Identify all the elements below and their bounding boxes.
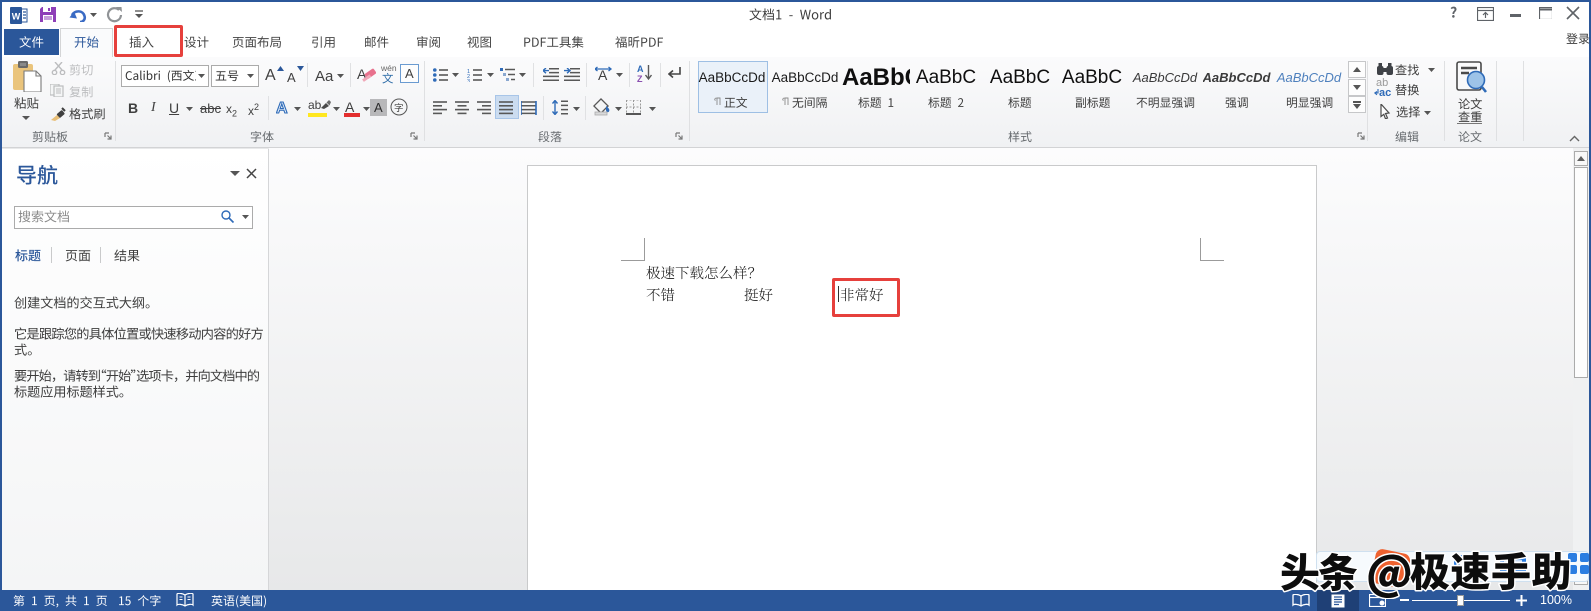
svg-text:A: A	[276, 100, 288, 115]
svg-text:Z: Z	[637, 74, 643, 83]
svg-text:3: 3	[467, 79, 470, 82]
svg-text:W: W	[12, 12, 21, 22]
svg-text:A: A	[637, 64, 644, 74]
